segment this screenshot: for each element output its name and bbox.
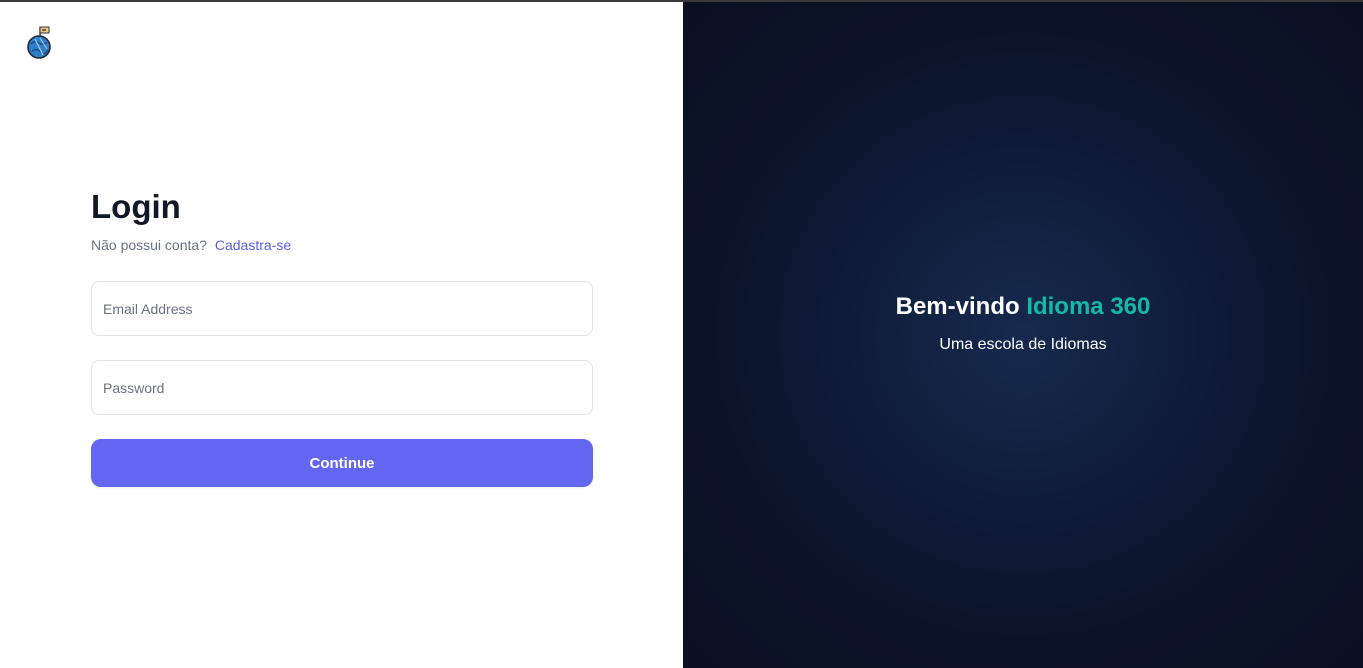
welcome-heading: Bem-vindo Idioma 360 — [683, 292, 1363, 322]
signup-link[interactable]: Cadastra-se — [215, 237, 291, 253]
globe-flag-icon[interactable] — [26, 24, 54, 60]
email-field[interactable] — [91, 281, 593, 336]
signup-prompt: Não possui conta? Cadastra-se — [91, 236, 593, 254]
login-form: Login Não possui conta? Cadastra-se Cont… — [91, 188, 593, 487]
continue-button[interactable]: Continue — [91, 439, 593, 487]
page-title: Login — [91, 188, 181, 225]
welcome-prefix: Bem-vindo — [895, 293, 1020, 320]
login-page: Login Não possui conta? Cadastra-se Cont… — [0, 0, 1363, 668]
password-field[interactable] — [91, 360, 593, 415]
no-account-text: Não possui conta? — [91, 237, 207, 253]
tagline: Uma escola de Idiomas — [939, 336, 1107, 353]
welcome-panel: Bem-vindo Idioma 360 Uma escola de Idiom… — [683, 2, 1363, 668]
login-panel: Login Não possui conta? Cadastra-se Cont… — [0, 2, 683, 668]
brand-name: Idioma 360 — [1026, 293, 1151, 320]
